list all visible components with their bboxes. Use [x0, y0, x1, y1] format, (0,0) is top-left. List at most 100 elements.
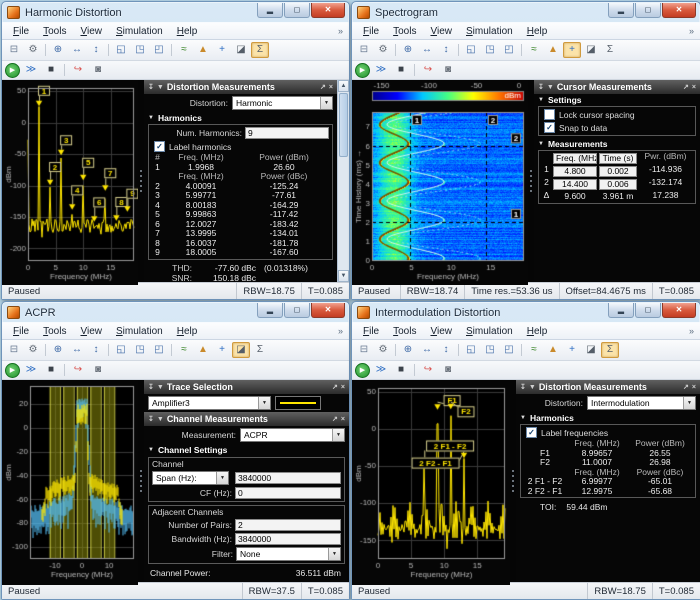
menu-simulation[interactable]: Simulation	[109, 324, 170, 339]
distortion-measurements-icon[interactable]: Σ	[601, 342, 619, 358]
peak-finder-icon[interactable]: ▲	[544, 42, 562, 58]
menu-tools[interactable]: Tools	[386, 324, 423, 339]
peak-finder-icon[interactable]: ▲	[194, 342, 212, 358]
spectrogram-plot-canvas[interactable]	[352, 80, 528, 285]
highlight-simulink-block-icon[interactable]: ↪	[69, 62, 87, 78]
channel-settings-section-header[interactable]: ▼ Channel Settings	[144, 444, 349, 456]
pin-icon[interactable]: ↧	[520, 383, 526, 391]
span-full-icon[interactable]: ◳	[481, 42, 499, 58]
chevron-down-icon[interactable]: ▼	[320, 97, 332, 109]
menu-simulation[interactable]: Simulation	[459, 24, 520, 39]
snap-to-data-checkbox[interactable]: ✓	[544, 122, 555, 133]
maximize-button[interactable]: ◻	[284, 3, 310, 18]
close-button[interactable]: ✕	[662, 3, 696, 18]
trace-dropdown[interactable]: Amplifier3 ▼	[148, 396, 271, 410]
zoom-in-icon[interactable]: ⊕	[399, 42, 417, 58]
stop-icon[interactable]: ■	[42, 62, 60, 78]
zoom-x-icon[interactable]: ↔	[68, 342, 86, 358]
signal-statistics-icon[interactable]: ◪	[582, 42, 600, 58]
trace-style-swatch[interactable]	[275, 396, 321, 410]
menu-view[interactable]: View	[73, 324, 109, 339]
snapshot-camera-icon[interactable]: ◙	[89, 62, 107, 78]
minimize-button[interactable]: ▂	[257, 303, 283, 318]
span-x-icon[interactable]: ◱	[112, 42, 130, 58]
titlebar[interactable]: ACPR ▂ ◻ ✕	[2, 302, 349, 322]
scrollbar-thumb[interactable]	[339, 93, 348, 157]
zoom-y-icon[interactable]: ↕	[87, 342, 105, 358]
minimize-button[interactable]: ▂	[257, 3, 283, 18]
print-icon[interactable]: ⊟	[355, 42, 373, 58]
zoom-x-icon[interactable]: ↔	[418, 42, 436, 58]
step-forward-icon[interactable]: ≫	[22, 362, 40, 378]
peak-finder-icon[interactable]: ▲	[194, 42, 212, 58]
chevron-down-icon[interactable]: ▼	[332, 429, 344, 441]
highlight-simulink-block-icon[interactable]: ↪	[419, 362, 437, 378]
pairs-input[interactable]: 2	[235, 519, 341, 531]
span-mode-dropdown[interactable]: Span (Hz): ▼	[152, 471, 229, 485]
panel-header[interactable]: ↧ ▼ Distortion Measurements ↗ ×	[144, 80, 337, 94]
menu-help[interactable]: Help	[520, 24, 555, 39]
snapshot-camera-icon[interactable]: ◙	[439, 62, 457, 78]
undock-icon[interactable]: ↗	[332, 383, 338, 391]
zoom-y-icon[interactable]: ↕	[437, 342, 455, 358]
menu-overflow-icon[interactable]: »	[338, 326, 345, 336]
cf-input[interactable]: 0	[235, 487, 341, 499]
minimize-button[interactable]: ▂	[608, 3, 634, 18]
undock-icon[interactable]: ↗	[683, 383, 689, 391]
peak-finder-icon[interactable]: ▲	[544, 342, 562, 358]
measurements-section-header[interactable]: ▼ Measurements	[534, 138, 700, 150]
span-fit-icon[interactable]: ◰	[150, 42, 168, 58]
span-fit-icon[interactable]: ◰	[500, 342, 518, 358]
distortion-measurements-icon[interactable]: Σ	[251, 342, 269, 358]
distortion-dropdown[interactable]: Harmonic ▼	[232, 96, 333, 110]
signal-statistics-icon[interactable]: ◪	[232, 42, 250, 58]
collapse-icon[interactable]: ▼	[529, 384, 536, 391]
menu-file[interactable]: File	[6, 24, 36, 39]
minimize-button[interactable]: ▂	[608, 303, 634, 318]
num-harmonics-input[interactable]: 9	[245, 127, 329, 139]
maximize-button[interactable]: ◻	[635, 3, 661, 18]
settings-gear-icon[interactable]: ⚙	[374, 42, 392, 58]
menu-file[interactable]: File	[6, 324, 36, 339]
span-fit-icon[interactable]: ◰	[500, 42, 518, 58]
pin-icon[interactable]: ↧	[148, 383, 154, 391]
zoom-in-icon[interactable]: ⊕	[49, 42, 67, 58]
pin-icon[interactable]: ↧	[148, 415, 154, 423]
menu-view[interactable]: View	[73, 24, 109, 39]
menu-view[interactable]: View	[423, 324, 459, 339]
panel-close-icon[interactable]: ×	[692, 384, 696, 391]
print-icon[interactable]: ⊟	[5, 342, 23, 358]
span-full-icon[interactable]: ◳	[131, 42, 149, 58]
measure-signal-icon[interactable]: ≈	[525, 42, 543, 58]
step-forward-icon[interactable]: ≫	[372, 62, 390, 78]
snapshot-camera-icon[interactable]: ◙	[439, 362, 457, 378]
span-x-icon[interactable]: ◱	[462, 42, 480, 58]
measure-signal-icon[interactable]: ≈	[175, 342, 193, 358]
label-frequencies-checkbox[interactable]: ✓	[526, 427, 537, 438]
highlight-simulink-block-icon[interactable]: ↪	[69, 362, 87, 378]
run-icon[interactable]: ▶	[355, 62, 370, 78]
panel-close-icon[interactable]: ×	[341, 416, 345, 423]
maximize-button[interactable]: ◻	[635, 303, 661, 318]
chevron-down-icon[interactable]: ▼	[258, 397, 270, 409]
harmonics-section-header[interactable]: ▼ Harmonics	[144, 112, 337, 124]
label-harmonics-checkbox[interactable]: ✓	[154, 141, 165, 152]
print-icon[interactable]: ⊟	[5, 42, 23, 58]
chevron-down-icon[interactable]: ▼	[216, 472, 228, 484]
zoom-x-icon[interactable]: ↔	[68, 42, 86, 58]
channel-measurements-header[interactable]: ↧ ▼ Channel Measurements ↗ ×	[144, 412, 349, 426]
print-icon[interactable]: ⊟	[355, 342, 373, 358]
step-forward-icon[interactable]: ≫	[22, 62, 40, 78]
span-full-icon[interactable]: ◳	[131, 342, 149, 358]
maximize-button[interactable]: ◻	[284, 303, 310, 318]
measure-signal-icon[interactable]: ≈	[525, 342, 543, 358]
settings-section-header[interactable]: ▼ Settings	[534, 94, 700, 106]
chevron-down-icon[interactable]: ▼	[683, 397, 695, 409]
menu-help[interactable]: Help	[170, 24, 205, 39]
close-button[interactable]: ✕	[662, 303, 696, 318]
collapse-icon[interactable]: ▼	[547, 84, 554, 91]
zoom-y-icon[interactable]: ↕	[87, 42, 105, 58]
titlebar[interactable]: Spectrogram ▂ ◻ ✕	[352, 2, 700, 22]
scroll-up-icon[interactable]: ▲	[338, 80, 349, 92]
undock-icon[interactable]: ↗	[683, 83, 689, 91]
